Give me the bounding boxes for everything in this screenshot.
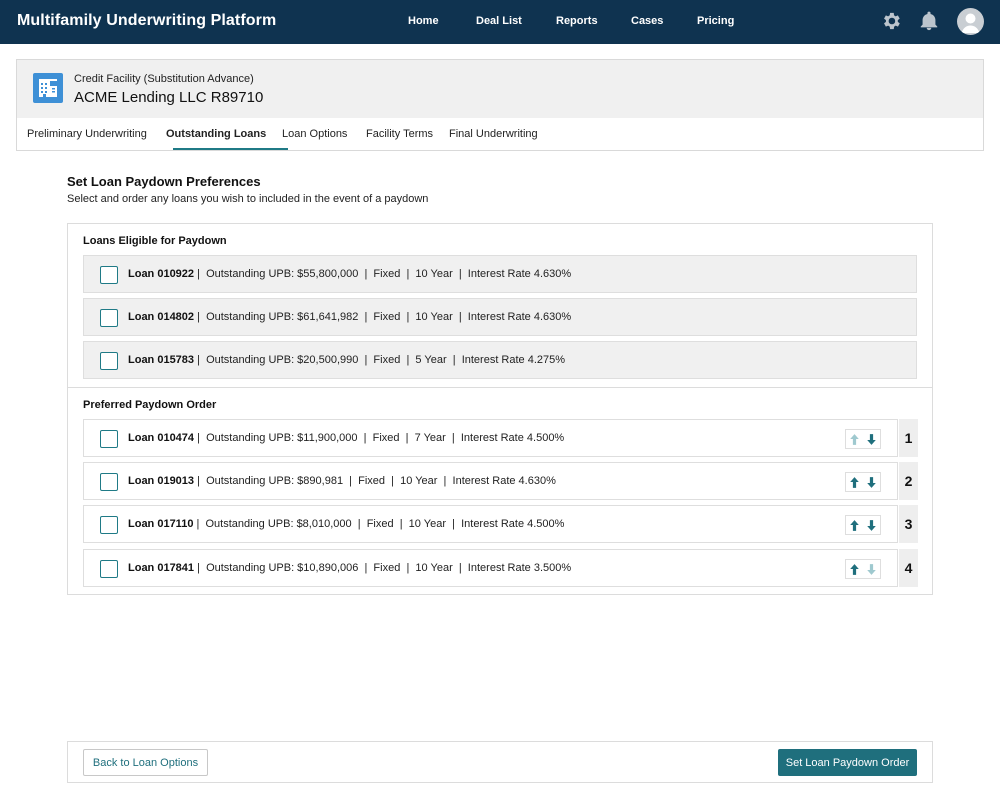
tab-outstanding-loans[interactable]: Outstanding Loans bbox=[166, 128, 266, 140]
loan-details: | Outstanding UPB: $55,800,000 | Fixed |… bbox=[194, 268, 572, 280]
move-down-arrow-icon[interactable] bbox=[864, 475, 879, 490]
move-down-arrow-icon[interactable] bbox=[864, 562, 879, 577]
loan-id: Loan 010922 bbox=[128, 268, 195, 280]
preferred-loan-row: Loan 017841 | Outstanding UPB: $10,890,0… bbox=[83, 549, 898, 587]
deal-entity-name: ACME Lending LLC R89710 bbox=[74, 89, 264, 106]
nav-link-cases[interactable]: Cases bbox=[631, 15, 663, 27]
reorder-controls bbox=[845, 559, 881, 579]
loan-id: Loan 015783 bbox=[128, 354, 195, 366]
loan-id: Loan 017841 bbox=[128, 562, 195, 574]
preferred-group-title: Preferred Paydown Order bbox=[83, 399, 217, 411]
active-tab-indicator bbox=[173, 148, 288, 150]
loan-id: Loan 014802 bbox=[128, 311, 195, 323]
loan-checkbox[interactable] bbox=[100, 309, 118, 327]
loan-row-text: Loan 010474 | Outstanding UPB: $11,900,0… bbox=[128, 432, 564, 444]
footer-actions: Back to Loan Options Set Loan Paydown Or… bbox=[67, 741, 933, 783]
gear-icon[interactable] bbox=[880, 10, 902, 32]
eligible-group-title: Loans Eligible for Paydown bbox=[83, 235, 227, 247]
deal-header-top: Credit Facility (Substitution Advance) A… bbox=[17, 60, 983, 118]
loan-details: | Outstanding UPB: $11,900,000 | Fixed |… bbox=[194, 432, 565, 444]
eligible-loan-row: Loan 010922 | Outstanding UPB: $55,800,0… bbox=[83, 255, 917, 293]
paydown-panel: Loans Eligible for Paydown Loan 010922 |… bbox=[67, 223, 933, 595]
group-divider bbox=[68, 387, 932, 388]
loan-details: | Outstanding UPB: $10,890,006 | Fixed |… bbox=[194, 562, 572, 574]
nav-link-reports[interactable]: Reports bbox=[556, 15, 598, 27]
reorder-controls bbox=[845, 515, 881, 535]
loan-row-text: Loan 017841 | Outstanding UPB: $10,890,0… bbox=[128, 562, 571, 574]
loan-id: Loan 010474 bbox=[128, 432, 195, 444]
rank-number: 1 bbox=[899, 419, 918, 457]
nav-link-pricing[interactable]: Pricing bbox=[697, 15, 734, 27]
section-subtitle: Select and order any loans you wish to i… bbox=[67, 193, 429, 205]
back-to-loan-options-button[interactable]: Back to Loan Options bbox=[83, 749, 208, 776]
loan-checkbox[interactable] bbox=[100, 560, 118, 578]
tab-facility-terms[interactable]: Facility Terms bbox=[366, 128, 433, 140]
user-avatar[interactable] bbox=[957, 8, 984, 35]
top-nav-bar: Multifamily Underwriting Platform Home D… bbox=[0, 0, 1000, 44]
loan-row-text: Loan 019013 | Outstanding UPB: $890,981 … bbox=[128, 475, 556, 487]
deal-subtitle: Credit Facility (Substitution Advance) bbox=[74, 73, 254, 85]
move-up-arrow-icon[interactable] bbox=[847, 518, 862, 533]
rank-number: 2 bbox=[899, 462, 918, 500]
loan-row-text: Loan 015783 | Outstanding UPB: $20,500,9… bbox=[128, 354, 565, 366]
eligible-loan-row: Loan 014802 | Outstanding UPB: $61,641,9… bbox=[83, 298, 917, 336]
move-down-arrow-icon[interactable] bbox=[864, 518, 879, 533]
loan-details: | Outstanding UPB: $61,641,982 | Fixed |… bbox=[194, 311, 572, 323]
bell-icon[interactable] bbox=[918, 10, 940, 32]
user-icon bbox=[961, 13, 980, 33]
preferred-loan-row: Loan 017110 | Outstanding UPB: $8,010,00… bbox=[83, 505, 898, 543]
tab-preliminary-underwriting[interactable]: Preliminary Underwriting bbox=[27, 128, 147, 140]
nav-link-deal-list[interactable]: Deal List bbox=[476, 15, 522, 27]
preferred-loan-row: Loan 010474 | Outstanding UPB: $11,900,0… bbox=[83, 419, 898, 457]
building-icon bbox=[33, 73, 63, 103]
move-up-arrow-icon[interactable] bbox=[847, 562, 862, 577]
loan-details: | Outstanding UPB: $20,500,990 | Fixed |… bbox=[194, 354, 566, 366]
loan-id: Loan 019013 bbox=[128, 475, 195, 487]
section-title: Set Loan Paydown Preferences bbox=[67, 174, 261, 189]
tab-loan-options[interactable]: Loan Options bbox=[282, 128, 347, 140]
rank-number: 3 bbox=[899, 505, 918, 543]
loan-checkbox[interactable] bbox=[100, 430, 118, 448]
move-up-arrow-icon[interactable] bbox=[847, 475, 862, 490]
move-down-arrow-icon[interactable] bbox=[864, 432, 879, 447]
reorder-controls bbox=[845, 472, 881, 492]
eligible-loan-row: Loan 015783 | Outstanding UPB: $20,500,9… bbox=[83, 341, 917, 379]
loan-row-text: Loan 014802 | Outstanding UPB: $61,641,9… bbox=[128, 311, 571, 323]
app-title: Multifamily Underwriting Platform bbox=[17, 12, 277, 29]
deal-header-card: Credit Facility (Substitution Advance) A… bbox=[16, 59, 984, 151]
loan-details: | Outstanding UPB: $8,010,000 | Fixed | … bbox=[193, 518, 565, 530]
loan-checkbox[interactable] bbox=[100, 473, 118, 491]
loan-checkbox[interactable] bbox=[100, 516, 118, 534]
set-loan-paydown-order-button[interactable]: Set Loan Paydown Order bbox=[778, 749, 917, 776]
loan-id: Loan 017110 bbox=[128, 518, 194, 530]
tab-final-underwriting[interactable]: Final Underwriting bbox=[449, 128, 538, 140]
loan-checkbox[interactable] bbox=[100, 266, 118, 284]
loan-checkbox[interactable] bbox=[100, 352, 118, 370]
nav-link-home[interactable]: Home bbox=[408, 15, 439, 27]
loan-details: | Outstanding UPB: $890,981 | Fixed | 10… bbox=[194, 475, 556, 487]
move-up-arrow-icon[interactable] bbox=[847, 432, 862, 447]
preferred-loan-row: Loan 019013 | Outstanding UPB: $890,981 … bbox=[83, 462, 898, 500]
rank-number: 4 bbox=[899, 549, 918, 587]
loan-row-text: Loan 010922 | Outstanding UPB: $55,800,0… bbox=[128, 268, 571, 280]
reorder-controls bbox=[845, 429, 881, 449]
loan-row-text: Loan 017110 | Outstanding UPB: $8,010,00… bbox=[128, 518, 564, 530]
